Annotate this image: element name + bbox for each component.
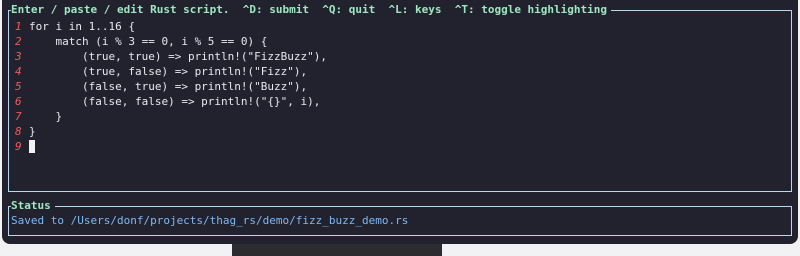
line-number: 8 xyxy=(15,125,22,138)
text-cursor xyxy=(29,140,35,153)
line-code[interactable]: (false, false) => println!("{}", i), xyxy=(29,94,320,109)
code-line[interactable]: 2 match (i % 3 == 0, i % 5 == 0) { xyxy=(15,34,787,49)
line-code[interactable]: match (i % 3 == 0, i % 5 == 0) { xyxy=(29,34,267,49)
code-line[interactable]: 8 } xyxy=(15,124,787,139)
line-code[interactable]: (true, true) => println!("FizzBuzz"), xyxy=(29,49,327,64)
code-line[interactable]: 4 (true, false) => println!("Fizz"), xyxy=(15,64,787,79)
code-line[interactable]: 7 } xyxy=(15,109,787,124)
terminal-window[interactable]: Enter / paste / edit Rust script. ^D: su… xyxy=(2,0,798,244)
line-number: 9 xyxy=(15,140,22,153)
line-code[interactable]: (true, false) => println!("Fizz"), xyxy=(29,64,307,79)
line-number: 7 xyxy=(15,110,22,123)
code-line[interactable]: 5 (false, true) => println!("Buzz"), xyxy=(15,79,787,94)
code-line[interactable]: 6 (false, false) => println!("{}", i), xyxy=(15,94,787,109)
editor-title: Enter / paste / edit Rust script. ^D: su… xyxy=(11,2,612,18)
line-number: 2 xyxy=(15,35,22,48)
editor-panel[interactable]: Enter / paste / edit Rust script. ^D: su… xyxy=(8,2,792,192)
status-message: Saved to /Users/donf/projects/thag_rs/de… xyxy=(11,214,409,227)
line-code[interactable]: } xyxy=(29,109,62,124)
line-number: 1 xyxy=(15,20,22,33)
line-code[interactable]: } xyxy=(29,124,36,139)
status-panel: Status Saved to /Users/donf/projects/tha… xyxy=(8,198,792,236)
line-code[interactable]: (false, true) => println!("Buzz"), xyxy=(29,79,307,94)
line-number: 6 xyxy=(15,95,22,108)
status-title: Status xyxy=(11,198,55,214)
code-line[interactable]: 1 for i in 1..16 { xyxy=(15,19,787,34)
line-number: 5 xyxy=(15,80,22,93)
line-code[interactable]: for i in 1..16 { xyxy=(29,19,135,34)
code-line[interactable]: 9 xyxy=(15,139,787,154)
line-number: 4 xyxy=(15,65,22,78)
code-line[interactable]: 3 (true, true) => println!("FizzBuzz"), xyxy=(15,49,787,64)
line-number: 3 xyxy=(15,50,22,63)
code-editor[interactable]: 1 for i in 1..16 { 2 match (i % 3 == 0, … xyxy=(15,19,787,154)
